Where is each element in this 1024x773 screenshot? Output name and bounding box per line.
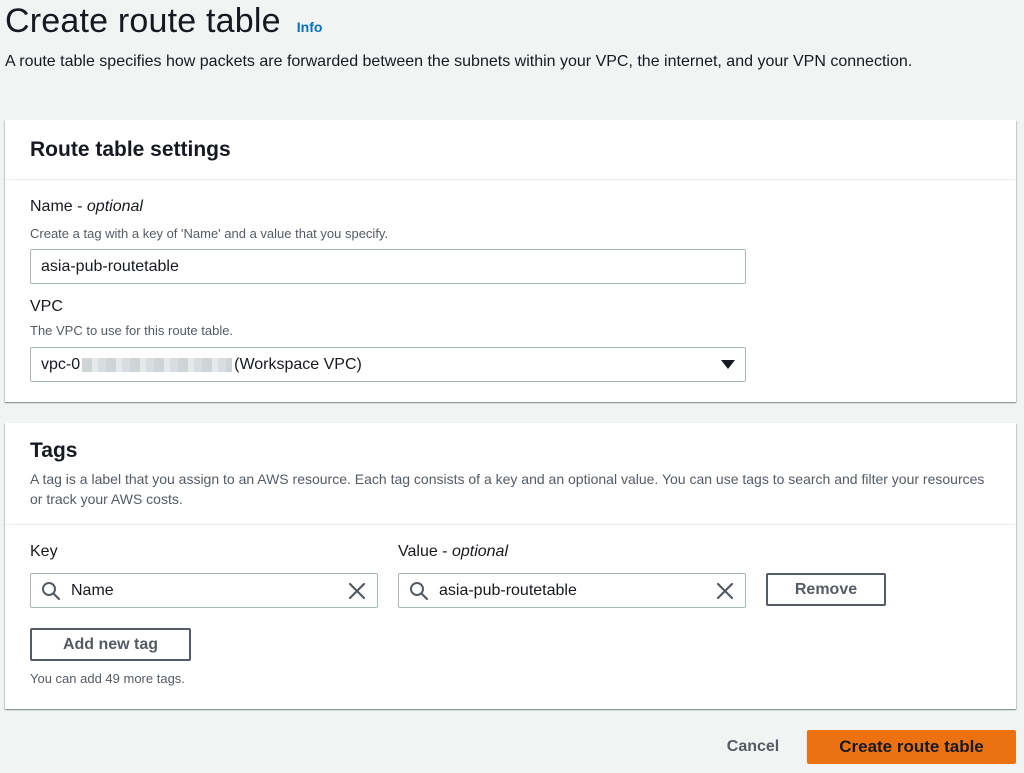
page-title: Create route table (5, 2, 281, 40)
remaining-tags-note: You can add 49 more tags. (30, 671, 185, 686)
search-icon (410, 581, 429, 600)
tags-panel-description: A tag is a label that you assign to an A… (30, 471, 985, 507)
vpc-field-hint: The VPC to use for this route table. (30, 323, 234, 338)
tags-panel-title: Tags (30, 439, 78, 462)
search-icon (42, 581, 61, 600)
redacted-vpc-id (82, 357, 233, 372)
create-route-table-button[interactable]: Create route table (807, 730, 1016, 764)
name-field-label: Name - optional (30, 198, 143, 215)
name-label-text: Name (30, 198, 73, 215)
tag-key-label: Key (30, 543, 58, 560)
tag-value-input[interactable]: asia-pub-routetable (398, 573, 746, 608)
tag-value-label-text: Value (398, 543, 438, 560)
vpc-field-label: VPC (30, 298, 63, 315)
name-input[interactable] (30, 249, 746, 284)
close-icon[interactable] (347, 581, 367, 601)
tag-value-label: Value - optional (398, 543, 508, 560)
tags-panel-header: Tags A tag is a label that you assign to… (5, 423, 1016, 525)
page-description: A route table specifies how packets are … (5, 53, 913, 70)
name-field-hint: Create a tag with a key of 'Name' and a … (30, 226, 389, 241)
cancel-button[interactable]: Cancel (712, 730, 794, 763)
vpc-value-suffix: (Workspace VPC) (234, 355, 362, 373)
close-icon[interactable] (715, 581, 735, 601)
route-table-settings-panel: Route table settings Name - optional Cre… (5, 120, 1016, 402)
settings-panel-header: Route table settings (5, 120, 1016, 180)
caret-down-icon (721, 360, 735, 369)
vpc-value-prefix: vpc-0 (41, 355, 81, 373)
name-optional-text: optional (86, 198, 143, 215)
tag-key-value: Name (71, 581, 114, 599)
vpc-select[interactable]: vpc-0 (Workspace VPC) (30, 347, 746, 382)
info-link[interactable]: Info (297, 19, 323, 35)
tags-panel: Tags A tag is a label that you assign to… (5, 423, 1016, 709)
create-route-table-page: Create route table Info A route table sp… (0, 0, 1024, 773)
remove-tag-button[interactable]: Remove (766, 573, 886, 606)
settings-panel-title: Route table settings (30, 137, 231, 161)
add-new-tag-button[interactable]: Add new tag (30, 628, 191, 661)
page-header: Create route table Info (5, 2, 322, 41)
tag-value-value: asia-pub-routetable (439, 581, 577, 599)
tag-value-optional-text: optional (451, 543, 508, 560)
tag-key-input[interactable]: Name (30, 573, 378, 608)
